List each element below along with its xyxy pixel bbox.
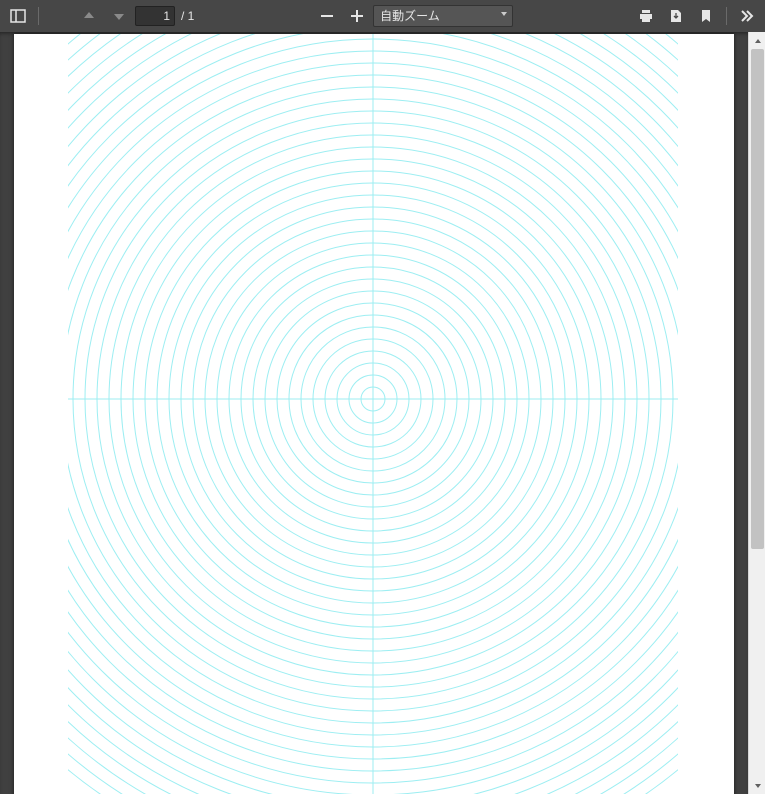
print-button[interactable]: [632, 3, 660, 29]
arrow-up-icon: [81, 8, 97, 24]
polar-grid-graphic: [68, 34, 678, 794]
minus-icon: [319, 8, 335, 24]
caret-down-icon: [754, 782, 762, 790]
pdf-page: [14, 34, 734, 794]
sidebar-toggle-button[interactable]: [4, 3, 32, 29]
scroll-down-button[interactable]: [749, 777, 765, 794]
vertical-scrollbar[interactable]: [748, 32, 765, 794]
separator: [726, 7, 727, 25]
arrow-down-icon: [111, 8, 127, 24]
scroll-up-button[interactable]: [749, 32, 765, 49]
scrollbar-thumb[interactable]: [751, 49, 764, 549]
plus-icon: [349, 8, 365, 24]
zoom-select[interactable]: 自動ズーム: [373, 5, 513, 27]
chevrons-right-icon: [739, 8, 755, 24]
zoom-in-button[interactable]: [343, 3, 371, 29]
download-button[interactable]: [662, 3, 690, 29]
caret-up-icon: [754, 37, 762, 45]
bookmark-icon: [698, 8, 714, 24]
page-content: [68, 34, 678, 794]
next-page-button[interactable]: [105, 3, 133, 29]
prev-page-button[interactable]: [75, 3, 103, 29]
print-icon: [638, 8, 654, 24]
tools-menu-button[interactable]: [733, 3, 761, 29]
content-area[interactable]: [0, 32, 748, 794]
page-total-label: / 1: [181, 9, 194, 23]
viewer: [0, 32, 765, 794]
toolbar: / 1 自動ズーム: [0, 0, 765, 32]
zoom-out-button[interactable]: [313, 3, 341, 29]
separator: [38, 7, 39, 25]
download-icon: [668, 8, 684, 24]
bookmark-button[interactable]: [692, 3, 720, 29]
page-number-input[interactable]: [135, 6, 175, 26]
sidebar-icon: [10, 8, 26, 24]
